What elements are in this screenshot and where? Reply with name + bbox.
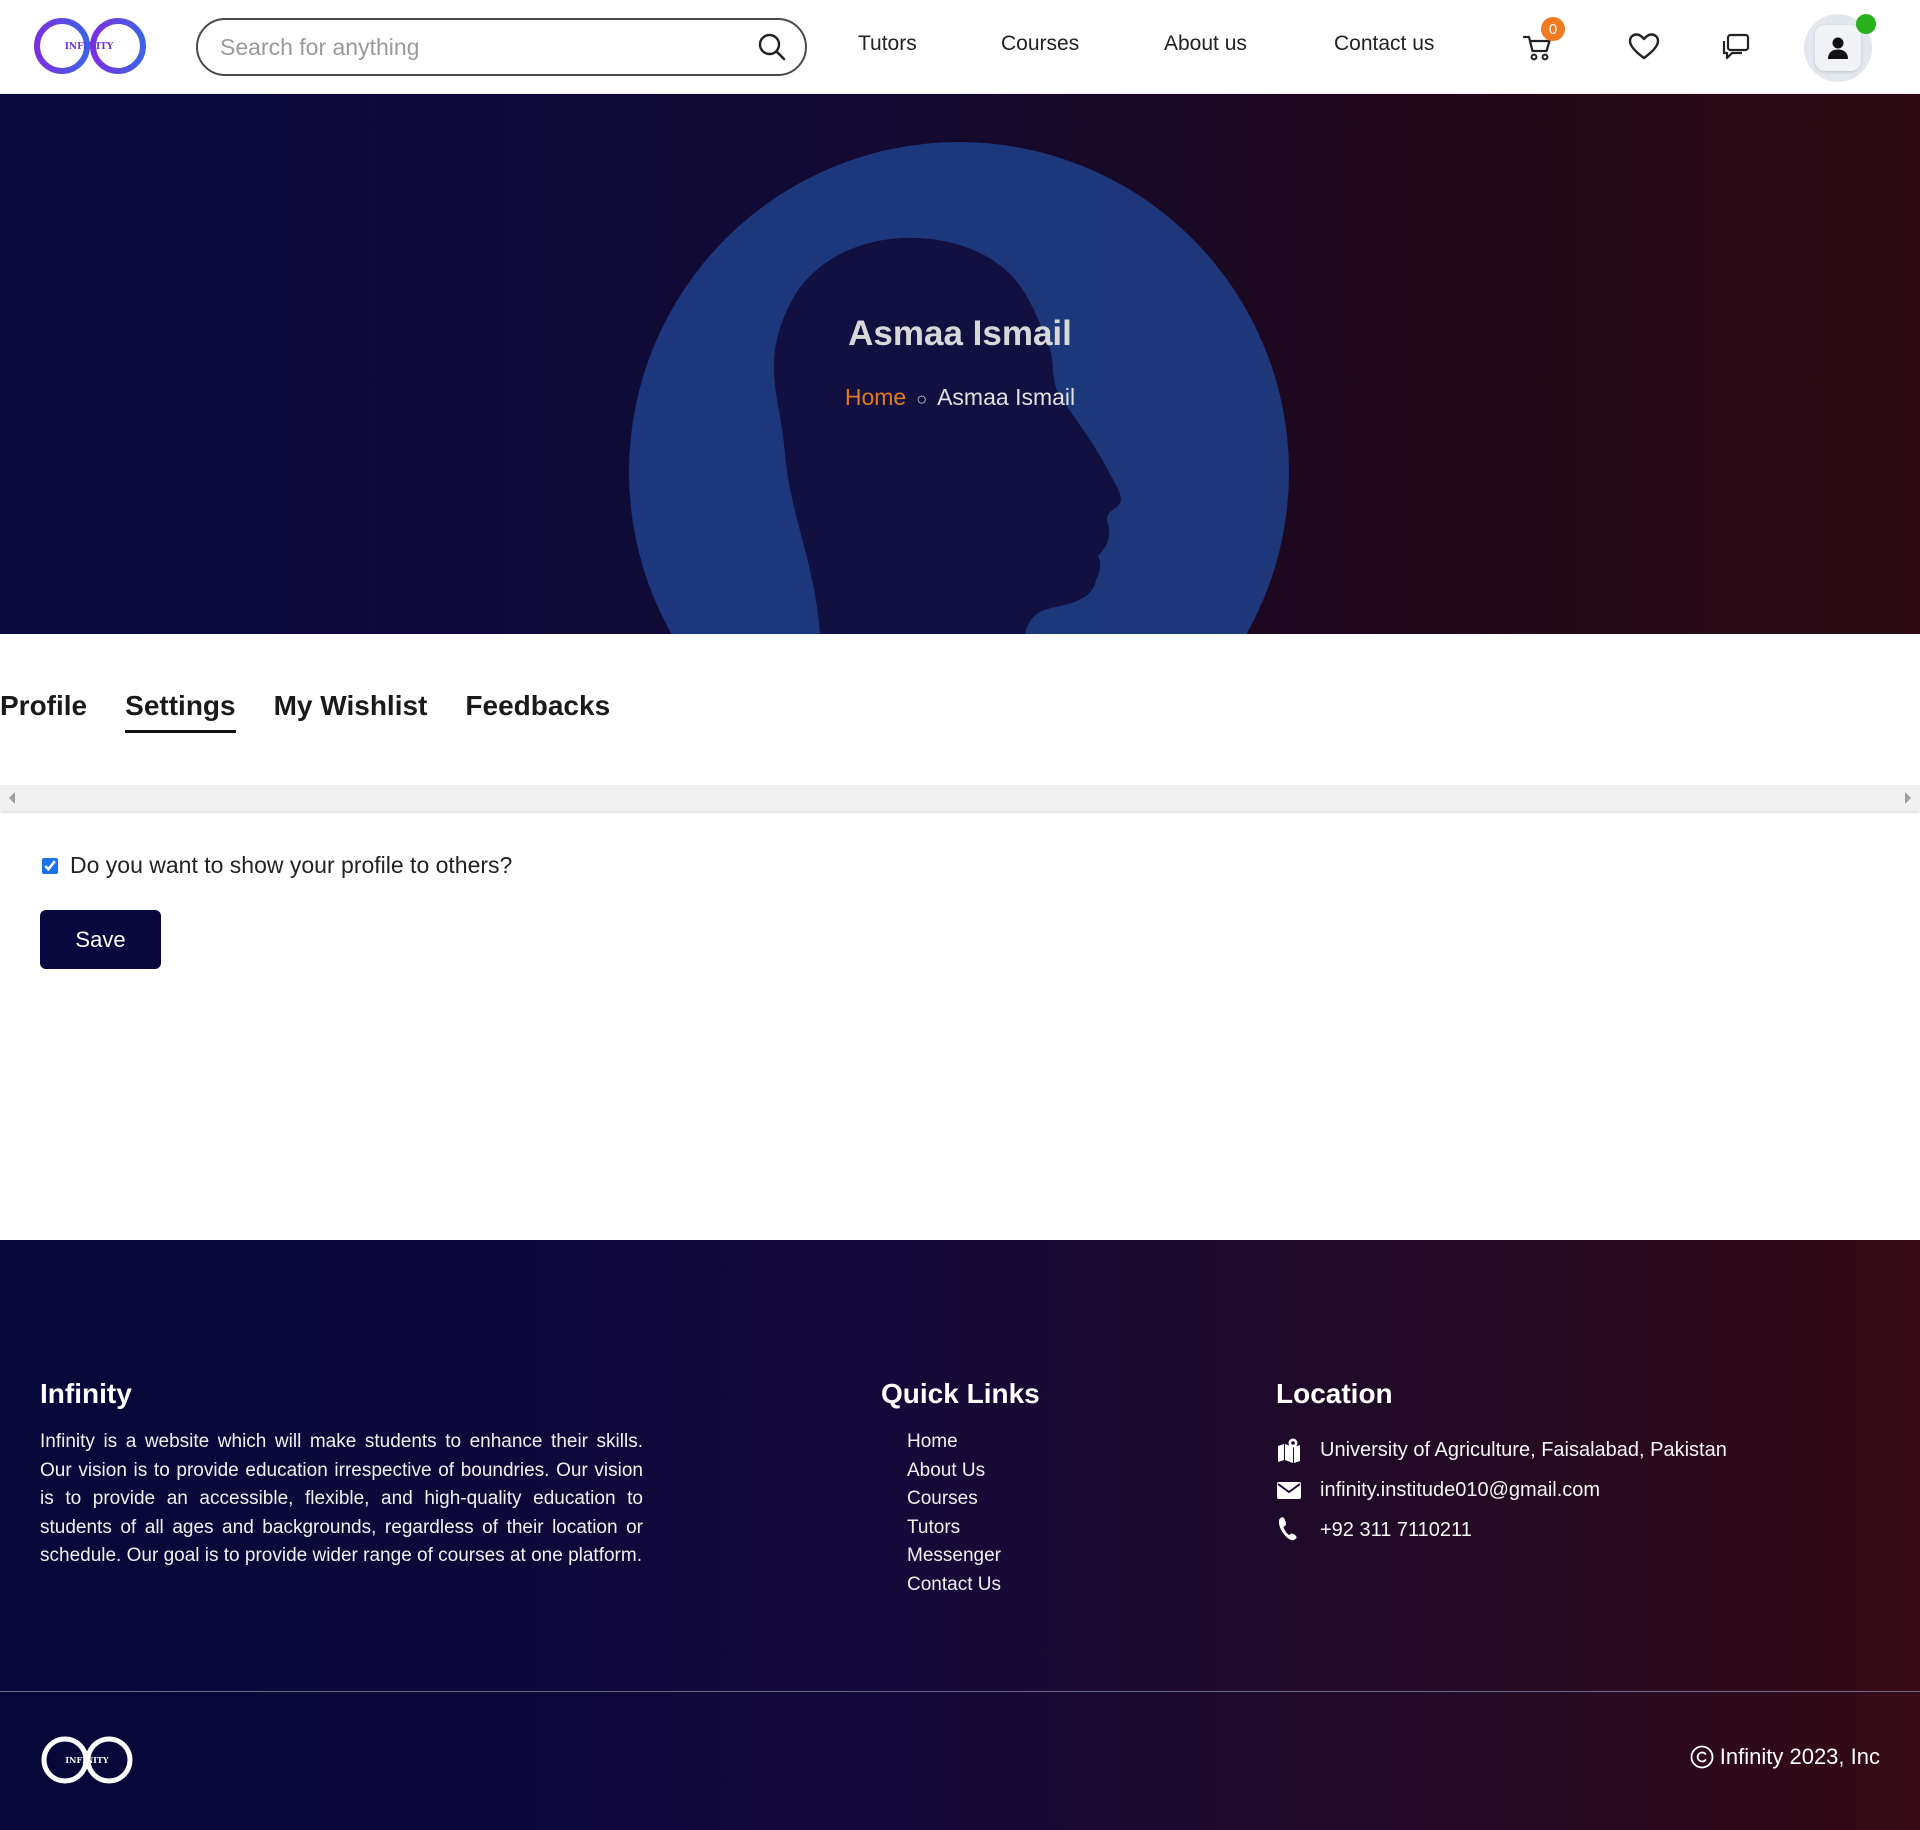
phone-icon bbox=[1278, 1517, 1297, 1541]
chat-icon[interactable] bbox=[1719, 30, 1753, 64]
footer-infinity-logo[interactable]: INFINITY bbox=[40, 1734, 134, 1786]
search-input[interactable] bbox=[220, 33, 757, 61]
footer-link-messenger[interactable]: Messenger bbox=[907, 1542, 1001, 1571]
cart-count-badge: 0 bbox=[1541, 17, 1565, 41]
footer-phone-row: +92 311 7110211 bbox=[1276, 1510, 1727, 1550]
show-profile-label: Do you want to show your profile to othe… bbox=[70, 852, 513, 878]
footer-links-heading: Quick Links bbox=[881, 1378, 1040, 1409]
footer-quick-links: Home About Us Courses Tutors Messenger C… bbox=[907, 1428, 1001, 1599]
svg-text:INFINITY: INFINITY bbox=[65, 1755, 108, 1765]
footer-about-text: Infinity is a website which will make st… bbox=[40, 1431, 643, 1566]
user-icon bbox=[1828, 37, 1848, 59]
footer-link-contact-us[interactable]: Contact Us bbox=[907, 1571, 1001, 1600]
online-status-dot bbox=[1856, 14, 1876, 34]
search-icon[interactable] bbox=[757, 32, 787, 62]
footer-divider bbox=[0, 1691, 1920, 1692]
tab-feedbacks[interactable]: Feedbacks bbox=[465, 690, 610, 733]
infinity-logo[interactable]: INFINITY bbox=[32, 16, 148, 76]
envelope-icon bbox=[1277, 1482, 1301, 1499]
site-footer: Infinity Infinity is a website which wil… bbox=[0, 1240, 1920, 1830]
breadcrumb-separator-icon: ○ bbox=[916, 389, 928, 409]
show-profile-checkbox[interactable] bbox=[42, 857, 58, 874]
footer-address: University of Agriculture, Faisalabad, P… bbox=[1320, 1438, 1727, 1461]
footer-location-heading: Location bbox=[1276, 1378, 1393, 1409]
profile-silhouette-image bbox=[629, 142, 1289, 634]
top-navbar: INFINITY Tutors Courses About us Contact… bbox=[0, 0, 1920, 94]
footer-link-tutors[interactable]: Tutors bbox=[907, 1514, 1001, 1543]
svg-text:INFINITY: INFINITY bbox=[65, 42, 114, 52]
horizontal-scrollbar[interactable] bbox=[0, 785, 1920, 811]
footer-email[interactable]: infinity.institude010@gmail.com bbox=[1320, 1479, 1600, 1502]
nav-about-us[interactable]: About us bbox=[1164, 32, 1247, 56]
tab-my-wishlist[interactable]: My Wishlist bbox=[274, 690, 428, 733]
map-icon bbox=[1278, 1438, 1300, 1463]
profile-hero-banner: Asmaa Ismail Home ○ Asmaa Ismail bbox=[0, 94, 1920, 634]
nav-courses[interactable]: Courses bbox=[1001, 32, 1079, 56]
save-button[interactable]: Save bbox=[40, 910, 161, 969]
scroll-right-arrow-icon[interactable] bbox=[1905, 792, 1911, 804]
profile-name-title: Asmaa Ismail bbox=[848, 314, 1072, 353]
copyright-icon bbox=[1690, 1745, 1714, 1769]
footer-copyright: Infinity 2023, Inc bbox=[1690, 1744, 1880, 1770]
profile-tabs: Profile Settings My Wishlist Feedbacks bbox=[0, 690, 610, 733]
tab-settings[interactable]: Settings bbox=[125, 690, 236, 733]
scroll-left-arrow-icon[interactable] bbox=[9, 792, 15, 804]
footer-phone[interactable]: +92 311 7110211 bbox=[1320, 1519, 1472, 1542]
footer-email-row: infinity.institude010@gmail.com bbox=[1276, 1470, 1727, 1510]
footer-link-about-us[interactable]: About Us bbox=[907, 1457, 1001, 1486]
search-bar bbox=[196, 18, 807, 76]
copyright-text: Infinity 2023, Inc bbox=[1719, 1744, 1880, 1769]
tab-profile[interactable]: Profile bbox=[0, 690, 87, 733]
nav-tutors[interactable]: Tutors bbox=[858, 32, 917, 56]
breadcrumb-current: Asmaa Ismail bbox=[937, 384, 1076, 410]
heart-icon[interactable] bbox=[1627, 30, 1661, 64]
footer-link-home[interactable]: Home bbox=[907, 1428, 1001, 1457]
footer-contact-info: University of Agriculture, Faisalabad, P… bbox=[1276, 1430, 1727, 1550]
breadcrumb-home-link[interactable]: Home bbox=[845, 384, 906, 410]
footer-link-courses[interactable]: Courses bbox=[907, 1485, 1001, 1514]
breadcrumb: Home ○ Asmaa Ismail bbox=[0, 384, 1920, 411]
footer-address-row: University of Agriculture, Faisalabad, P… bbox=[1276, 1430, 1727, 1470]
nav-contact-us[interactable]: Contact us bbox=[1334, 32, 1434, 56]
show-profile-setting: Do you want to show your profile to othe… bbox=[42, 852, 512, 879]
footer-about-heading: Infinity bbox=[40, 1378, 132, 1409]
